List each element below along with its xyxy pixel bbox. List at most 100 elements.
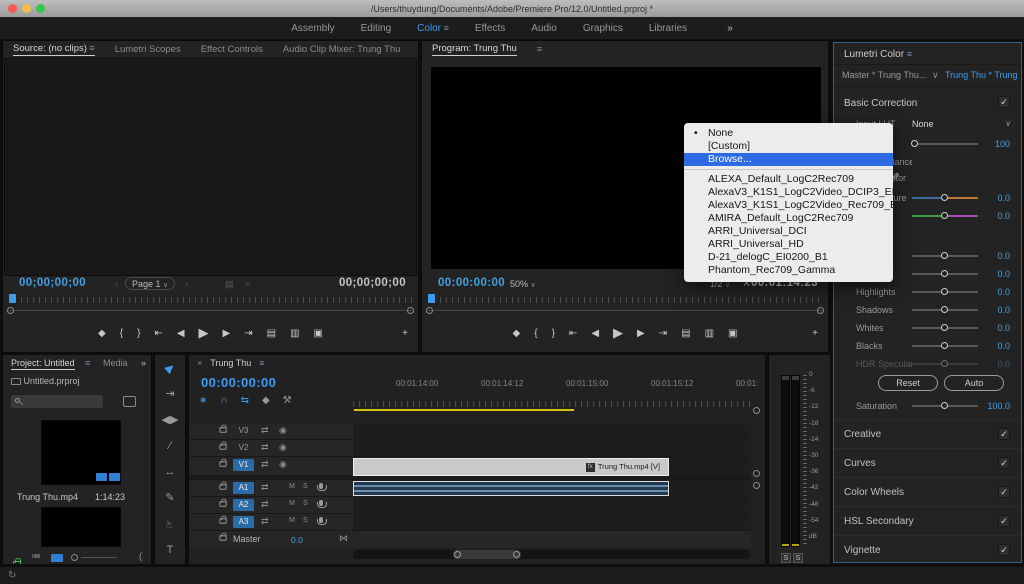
track-output-icon[interactable]: ◉ <box>279 425 287 436</box>
play-icon[interactable]: ▶ <box>199 325 209 341</box>
chevron-down-icon[interactable]: ∨ <box>932 70 939 81</box>
slider-track[interactable] <box>912 215 978 217</box>
go-to-out-icon[interactable]: ⇥ <box>659 328 667 339</box>
track-lock-icon[interactable] <box>219 518 226 523</box>
voiceover-record-icon[interactable] <box>319 483 323 489</box>
solo-button[interactable]: S <box>303 483 308 490</box>
nest-toggle-icon[interactable]: ∗ <box>199 395 207 406</box>
master-gain-value[interactable]: 0.0 <box>291 535 303 545</box>
meter-solo-button[interactable]: S <box>781 553 791 563</box>
lut-menu-item[interactable]: Phantom_Rec709_Gamma <box>684 264 893 277</box>
sync-lock-icon[interactable]: ⇄ <box>261 459 269 470</box>
track-content[interactable] <box>353 497 751 513</box>
slider-knob[interactable] <box>941 212 948 219</box>
workspace-tab-editing[interactable]: Editing <box>361 23 392 34</box>
slider-knob[interactable] <box>941 342 948 349</box>
mute-button[interactable]: M <box>289 500 295 507</box>
slider-knob[interactable] <box>941 402 948 409</box>
scrollbar-left-handle[interactable] <box>7 307 14 314</box>
scrollbar-handle[interactable] <box>453 550 521 559</box>
track-target-a1[interactable]: A1 <box>233 482 254 494</box>
pen-tool[interactable]: ✎ <box>155 485 185 511</box>
play-icon[interactable]: ▶ <box>613 325 623 341</box>
hand-tool[interactable]: ☞ <box>157 509 183 539</box>
master-clip-label[interactable]: Master * Trung Thu... <box>842 70 930 80</box>
snap-icon[interactable]: ∩ <box>220 395 227 406</box>
slider-track[interactable] <box>912 309 978 311</box>
timeline-ruler[interactable]: 00:01:14:0000:01:14:1200:01:15:0000:01:1… <box>353 377 751 411</box>
zoom-handle-left[interactable] <box>454 551 461 558</box>
export-frame-icon[interactable]: ▣ <box>314 328 323 339</box>
timeline-video-clip[interactable]: fxTrung Thu.mp4 [V] <box>353 458 669 476</box>
workspace-tab-audio[interactable]: Audio <box>531 23 557 34</box>
track-select-forward-tool[interactable]: ⇥ <box>155 381 185 407</box>
program-tab[interactable]: Program: Trung Thu <box>432 43 517 56</box>
mute-button[interactable]: M <box>289 517 295 524</box>
step-forward-icon[interactable]: ▶ <box>637 328 645 339</box>
lut-menu-item[interactable]: AlexaV3_K1S1_LogC2Video_DCIP3_EE <box>684 186 893 199</box>
zoom-window-icon[interactable] <box>36 4 45 13</box>
export-frame-icon[interactable]: ▣ <box>728 328 737 339</box>
panel-menu-icon[interactable]: ≡ <box>537 44 542 54</box>
slider-knob[interactable] <box>911 140 918 147</box>
mark-out-icon[interactable]: } <box>137 328 140 339</box>
source-zoom-scrollbar[interactable] <box>9 310 412 311</box>
zoom-handle-right[interactable] <box>513 551 520 558</box>
slider-knob[interactable] <box>941 252 948 259</box>
sync-lock-icon[interactable]: ⇄ <box>261 499 269 510</box>
sync-lock-icon[interactable]: ⇄ <box>261 482 269 493</box>
track-lock-icon[interactable] <box>219 501 226 506</box>
reset-button[interactable]: Reset <box>878 375 938 391</box>
lut-menu-item[interactable]: ARRI_Universal_HD <box>684 238 893 251</box>
scrollbar-left-handle[interactable] <box>426 307 433 314</box>
slider-knob[interactable] <box>941 288 948 295</box>
media-browser-tab[interactable]: Media <box>103 358 128 368</box>
lumetri-section-vignette[interactable]: Vignette✓ <box>834 535 1021 564</box>
program-scrubber[interactable] <box>422 294 828 314</box>
workspace-tab-assembly[interactable]: Assembly <box>291 23 334 34</box>
insert-icon[interactable]: ▤ <box>681 328 690 339</box>
timeline-settings-icon[interactable]: ⚒ <box>283 395 292 406</box>
section-checkbox[interactable]: ✓ <box>998 96 1010 108</box>
track-content[interactable] <box>353 440 751 456</box>
sync-lock-icon[interactable]: ⇄ <box>261 442 269 453</box>
source-panel-tab[interactable]: Audio Clip Mixer: Trung Thu <box>283 44 401 55</box>
slider-track[interactable] <box>912 255 978 257</box>
mark-out-icon[interactable]: } <box>552 328 555 339</box>
vertical-scroll-handle[interactable] <box>753 482 760 489</box>
program-mini-ruler[interactable] <box>428 297 822 303</box>
track-lock-icon[interactable] <box>219 444 226 449</box>
slider-knob[interactable] <box>941 270 948 277</box>
slider-track[interactable] <box>912 197 978 199</box>
track-lock-icon[interactable] <box>219 484 226 489</box>
panel-menu-icon[interactable]: ≡ <box>87 43 95 53</box>
workspace-tab-color[interactable]: Color ≡ <box>417 23 449 34</box>
workspace-tab-libraries[interactable]: Libraries <box>649 23 687 34</box>
workspace-overflow-chevron[interactable]: » <box>727 23 733 34</box>
clip-thumbnail[interactable] <box>41 420 121 485</box>
add-marker-icon[interactable]: ◆ <box>513 328 521 339</box>
source-panel-tab[interactable]: Source: (no clips) ≡ <box>13 43 95 56</box>
source-panel-tab[interactable]: Effect Controls <box>201 44 263 55</box>
drag-video-icon[interactable]: ▤ <box>225 279 234 290</box>
mute-button[interactable]: M <box>289 483 295 490</box>
create-bin-icon[interactable] <box>123 396 136 407</box>
step-back-icon[interactable]: ◀ <box>591 328 599 339</box>
program-timecode[interactable]: 00:00:00:00 <box>438 277 505 289</box>
section-checkbox[interactable]: ✓ <box>998 515 1010 527</box>
slider-knob[interactable] <box>941 324 948 331</box>
source-mini-ruler[interactable] <box>9 297 412 303</box>
timeline-timecode[interactable]: 00:00:00:00 <box>201 375 276 390</box>
lumetri-section-creative[interactable]: Creative✓ <box>834 419 1021 448</box>
saturation-track[interactable] <box>912 405 978 407</box>
close-window-icon[interactable] <box>8 4 17 13</box>
project-tab[interactable]: Project: Untitled <box>11 358 75 370</box>
lut-menu-item[interactable]: ARRI_Universal_DCI <box>684 225 893 238</box>
razor-tool[interactable]: ∕ <box>155 433 185 459</box>
source-timecode[interactable]: 00;00;00;00 <box>19 277 86 289</box>
meter-solo-button[interactable]: S <box>793 553 803 563</box>
tab-overflow-chevron[interactable]: » <box>141 358 146 368</box>
drag-audio-icon[interactable]: ≈ <box>245 279 250 289</box>
track-lock-icon[interactable] <box>219 427 226 432</box>
auto-button[interactable]: Auto <box>944 375 1004 391</box>
